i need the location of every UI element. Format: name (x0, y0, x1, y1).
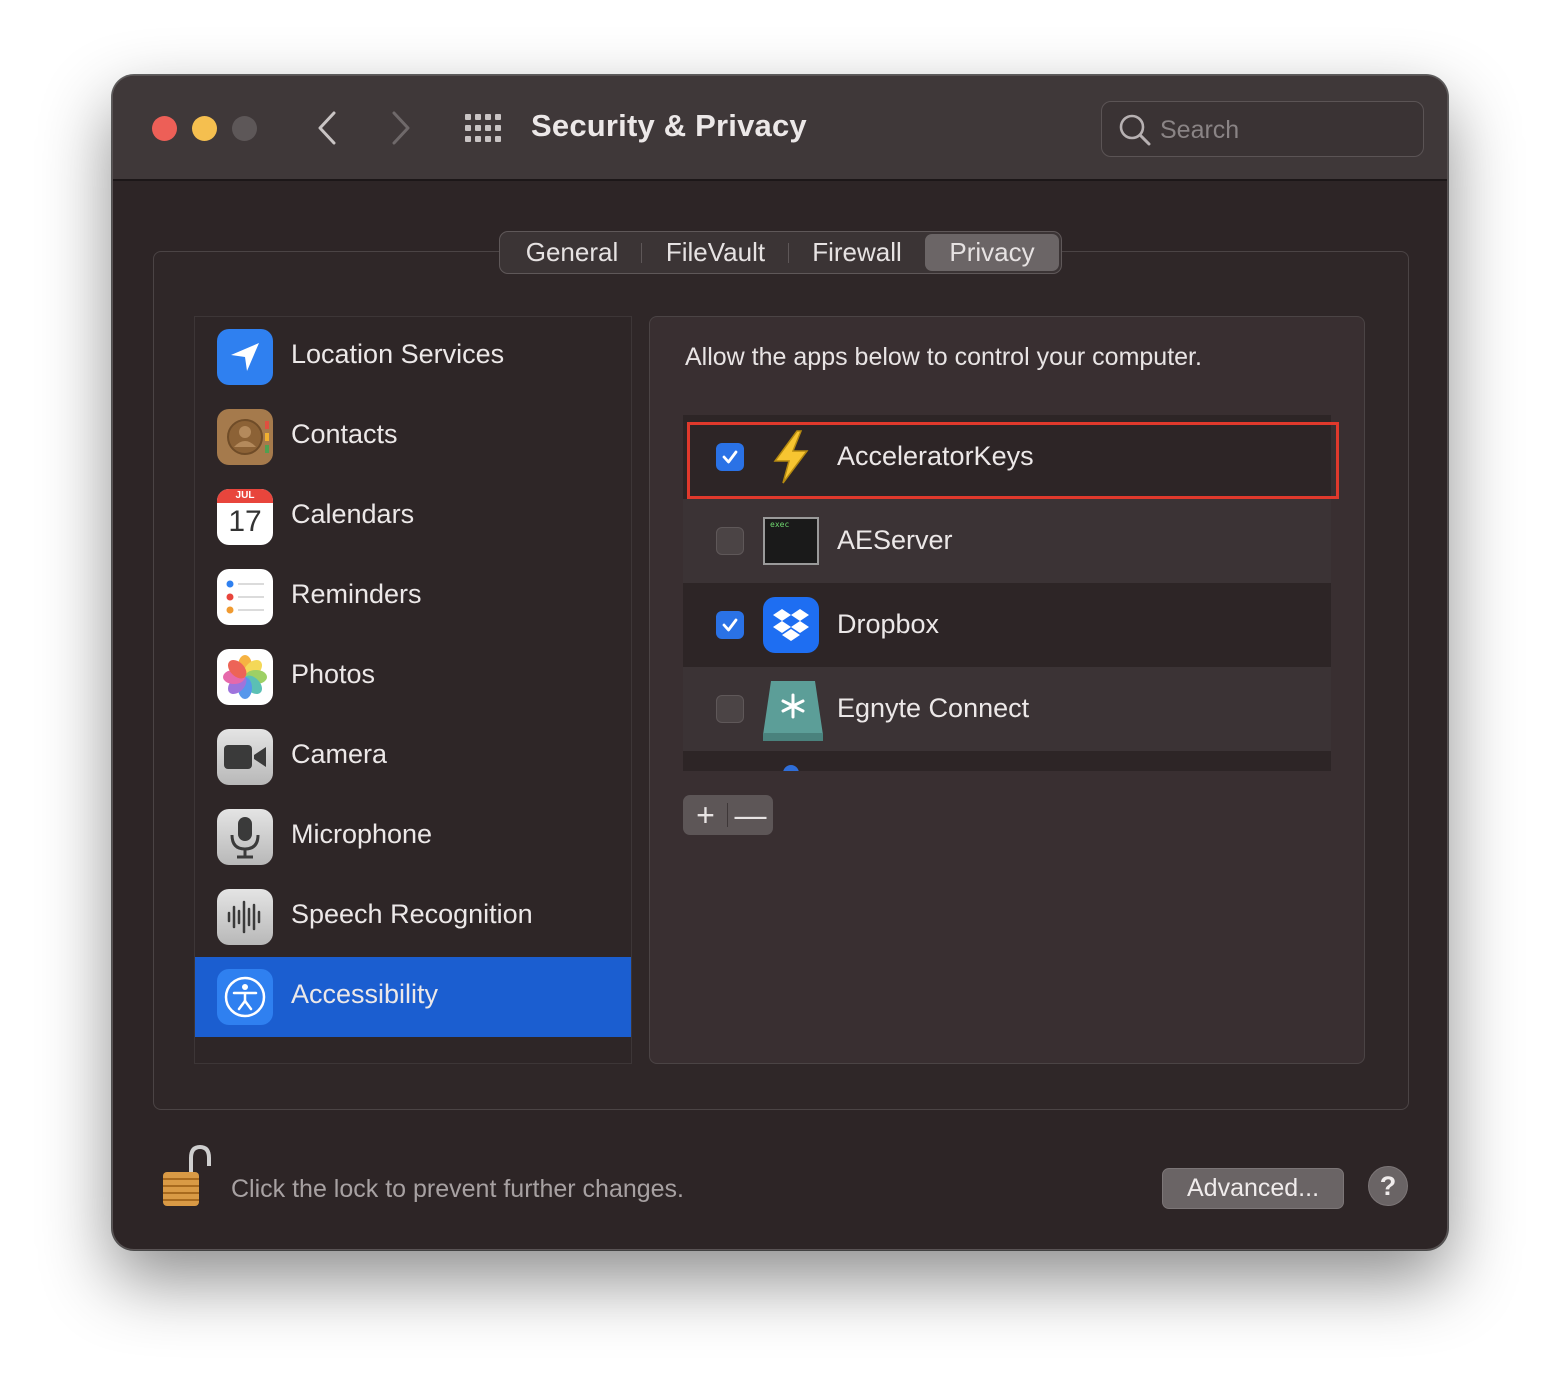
camera-icon (217, 729, 273, 785)
sidebar-item-label: Speech Recognition (291, 899, 533, 929)
sidebar-item-label: Reminders (291, 579, 422, 609)
contacts-book-icon (217, 409, 273, 465)
zoom-button[interactable] (232, 116, 257, 141)
sidebar-item-label: Microphone (291, 819, 433, 849)
sidebar-item-label: Location Services (291, 339, 505, 369)
app-name: Egnyte Connect (837, 693, 1030, 723)
back-button[interactable] (309, 106, 345, 150)
app-name: AEServer (837, 525, 953, 555)
search-input[interactable] (1160, 114, 1400, 146)
unlocked-padlock-icon (163, 1144, 211, 1206)
sidebar-item-speech-recognition[interactable]: Speech Recognition (195, 877, 631, 957)
app-row-aeserver[interactable]: exec AEServer (683, 499, 1331, 583)
tab-firewall[interactable]: Firewall (789, 234, 925, 271)
panel-heading: Allow the apps below to control your com… (685, 343, 1202, 371)
sidebar-item-label: Photos (291, 659, 376, 689)
app-row-acceleratorkeys[interactable]: AcceleratorKeys (683, 415, 1331, 499)
accessibility-icon (217, 969, 273, 1025)
egnyte-drive-icon (763, 681, 823, 741)
app-checkbox[interactable] (716, 527, 744, 555)
chevron-right-icon (392, 111, 410, 145)
search-field[interactable] (1101, 101, 1424, 157)
lock-button[interactable] (161, 1144, 213, 1210)
help-button[interactable]: ? (1368, 1166, 1408, 1206)
add-app-button[interactable]: + (683, 795, 728, 835)
sidebar-item-label: Accessibility (291, 979, 439, 1009)
sidebar-item-label: Calendars (291, 499, 415, 529)
microphone-icon (217, 809, 273, 865)
app-name: AcceleratorKeys (837, 441, 1034, 471)
sidebar-item-reminders[interactable]: Reminders (195, 557, 631, 637)
sidebar-item-photos[interactable]: Photos (195, 637, 631, 717)
show-all-grid-icon (465, 114, 501, 142)
app-list[interactable]: AcceleratorKeys exec AEServer Dropbox Eg… (683, 415, 1331, 771)
calendar-icon: JUL 17 (217, 489, 273, 545)
chevron-left-icon (318, 111, 336, 145)
app-row-dropbox[interactable]: Dropbox (683, 583, 1331, 667)
sidebar-item-label: Contacts (291, 419, 398, 449)
forward-button[interactable] (383, 106, 419, 150)
sidebar-item-contacts[interactable]: Contacts (195, 397, 631, 477)
calendar-day-label: 17 (228, 505, 262, 538)
app-row-partial (683, 751, 1331, 771)
terminal-exec-icon: exec (763, 513, 819, 569)
privacy-category-list[interactable]: Location Services Contacts JUL 17 Calend… (194, 316, 632, 1064)
lightning-bolt-icon (763, 429, 819, 485)
dropbox-icon (763, 597, 819, 653)
tab-privacy[interactable]: Privacy (925, 234, 1059, 271)
advanced-button[interactable]: Advanced... (1162, 1168, 1344, 1209)
sidebar-item-location-services[interactable]: Location Services (195, 317, 631, 397)
sidebar-item-label: Camera (291, 739, 388, 769)
security-privacy-window: Security & Privacy General FileVault Fir… (112, 75, 1448, 1250)
photos-flower-icon (217, 649, 273, 705)
titlebar: Security & Privacy (113, 76, 1447, 181)
add-remove-control: + — (683, 795, 773, 835)
show-all-button[interactable] (463, 112, 503, 144)
app-checkbox[interactable] (716, 695, 744, 723)
sidebar-item-microphone[interactable]: Microphone (195, 797, 631, 877)
tab-general[interactable]: General (502, 234, 642, 271)
app-checkbox[interactable] (716, 611, 744, 639)
location-arrow-icon (217, 329, 273, 385)
waveform-icon (217, 889, 273, 945)
exec-label: exec (770, 520, 790, 529)
remove-app-button[interactable]: — (728, 795, 773, 835)
accessibility-panel: Allow the apps below to control your com… (649, 316, 1365, 1064)
close-button[interactable] (152, 116, 177, 141)
calendar-month-label: JUL (217, 489, 273, 503)
app-row-egnyte-connect[interactable]: Egnyte Connect (683, 667, 1331, 751)
partial-app-icon (783, 765, 799, 771)
sidebar-item-accessibility[interactable]: Accessibility (195, 957, 631, 1037)
search-icon (1119, 114, 1151, 146)
sidebar-item-calendars[interactable]: JUL 17 Calendars (195, 477, 631, 557)
lock-status-text: Click the lock to prevent further change… (231, 1175, 685, 1203)
tab-bar: General FileVault Firewall Privacy (499, 231, 1062, 274)
app-checkbox[interactable] (716, 443, 744, 471)
reminders-list-icon (217, 569, 273, 625)
tab-filevault[interactable]: FileVault (642, 234, 789, 271)
window-title: Security & Privacy (531, 108, 807, 143)
sidebar-item-camera[interactable]: Camera (195, 717, 631, 797)
app-name: Dropbox (837, 609, 940, 639)
minimize-button[interactable] (192, 116, 217, 141)
